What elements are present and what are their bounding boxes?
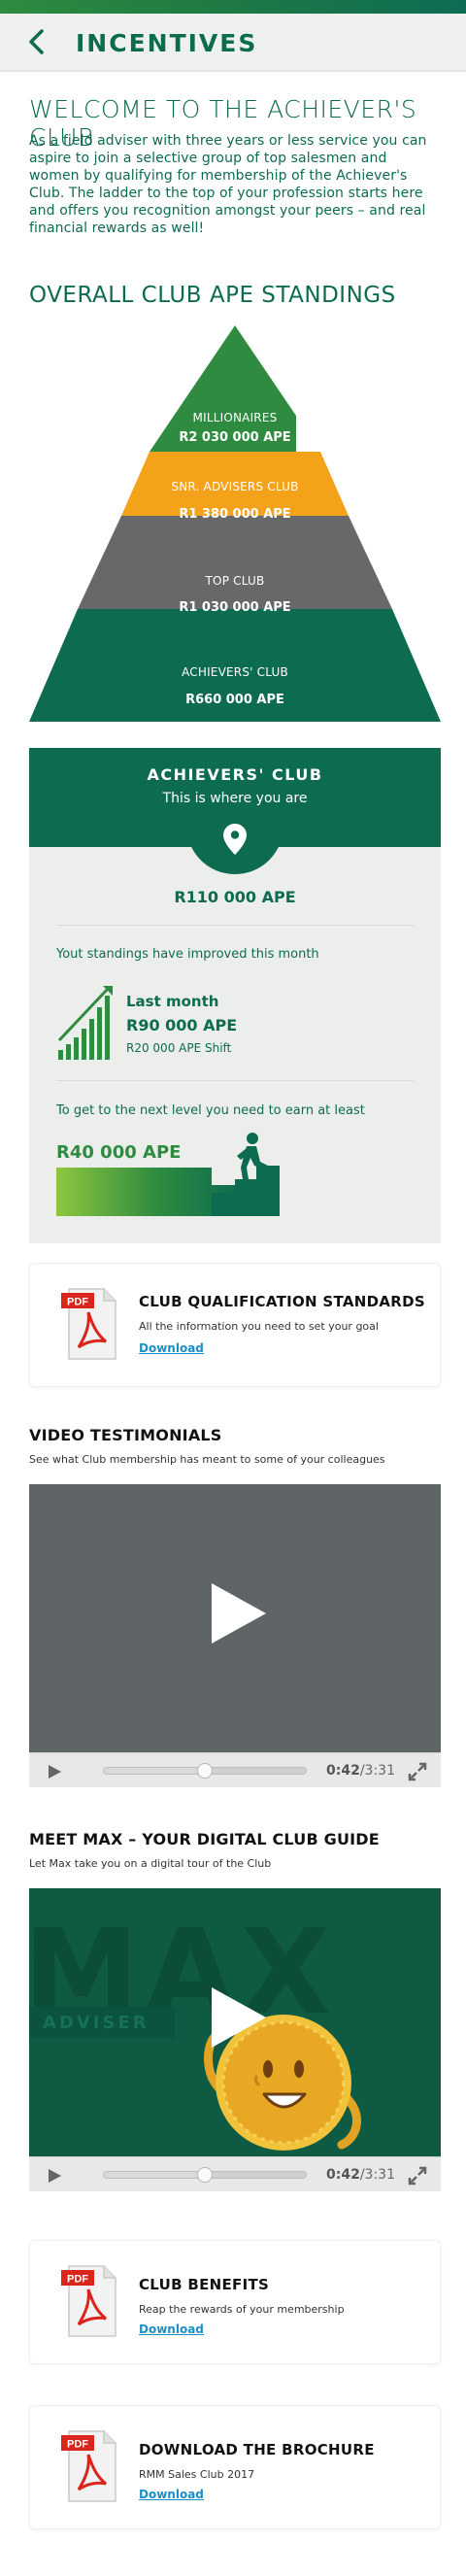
- welcome-text: As a field adviser with three years or l…: [29, 133, 427, 236]
- back-button[interactable]: [21, 27, 50, 56]
- video-controls: 0:42/3:31: [29, 1752, 441, 1787]
- qualification-subtitle: All the information you need to set your…: [139, 1320, 379, 1333]
- video-progress-fill: [104, 2172, 205, 2178]
- qualification-card: PDF CLUB QUALIFICATION STANDARDS All the…: [29, 1263, 441, 1387]
- divider: [56, 925, 414, 926]
- qualification-download-link[interactable]: Download: [139, 1341, 204, 1355]
- brochure-download-link[interactable]: Download: [139, 2488, 204, 2501]
- divider: [56, 1080, 414, 1081]
- achiever-card-subtitle: This is where you are: [162, 791, 308, 806]
- benefits-card: PDF CLUB BENEFITS Reap the rewards of yo…: [29, 2240, 441, 2364]
- last-month-value: R90 000 APE: [126, 1016, 238, 1034]
- last-month-label: Last month: [126, 993, 219, 1010]
- play-small-icon[interactable]: [47, 1764, 62, 1779]
- max-heading: MEET MAX – YOUR DIGITAL CLUB GUIDE: [29, 1830, 380, 1848]
- max-subtitle: Let Max take you on a digital tour of th…: [29, 1857, 272, 1870]
- standings-heading: OVERALL CLUB APE STANDINGS: [29, 283, 396, 308]
- play-icon[interactable]: [202, 1579, 270, 1647]
- testimonials-video-player[interactable]: 0:42/3:31: [29, 1484, 441, 1787]
- next-level-text: To get to the next level you need to ear…: [56, 1103, 365, 1118]
- video-progress-fill: [104, 1768, 205, 1774]
- standings-pyramid: MILLIONAIRES R2 030 000 APE SNR. ADVISER…: [29, 325, 441, 722]
- video-current-time: 0:42: [326, 2167, 360, 2183]
- video-progress-thumb[interactable]: [197, 2167, 213, 2183]
- tier-value-snr-advisers: R1 380 000 APE: [179, 507, 291, 522]
- next-level-value: R40 000 APE: [56, 1142, 182, 1163]
- tier-label-millionaires: MILLIONAIRES: [192, 411, 278, 424]
- tier-value-achievers: R660 000 APE: [185, 693, 284, 707]
- tier-label-snr-advisers: SNR. ADVISERS CLUB: [171, 480, 299, 493]
- pdf-label: PDF: [67, 2274, 88, 2286]
- pdf-label: PDF: [67, 2439, 88, 2451]
- chevron-left-icon: [29, 29, 44, 54]
- video-controls: 0:42/3:31: [29, 2156, 441, 2191]
- adviser-bg-text: ADVISER: [43, 2013, 150, 2033]
- testimonials-heading: VIDEO TESTIMONIALS: [29, 1426, 222, 1444]
- brochure-card: PDF DOWNLOAD THE BROCHURE RMM Sales Club…: [29, 2405, 441, 2529]
- benefits-download-link[interactable]: Download: [139, 2322, 204, 2336]
- video-total-time: /3:31: [359, 1763, 395, 1779]
- qualification-title: CLUB QUALIFICATION STANDARDS: [139, 1293, 426, 1310]
- achiever-card-title: ACHIEVERS' CLUB: [147, 765, 323, 784]
- pdf-file-icon: PDF: [61, 2430, 116, 2502]
- testimonials-subtitle: See what Club membership has meant to so…: [29, 1453, 385, 1466]
- app-header: INCENTIVES: [0, 14, 466, 72]
- tier-value-top-club: R1 030 000 APE: [179, 600, 291, 615]
- play-small-icon[interactable]: [47, 2168, 62, 2184]
- video-time: 0:42/3:31: [326, 2167, 395, 2183]
- location-pin-icon: [223, 824, 247, 855]
- ape-shift: R20 000 APE Shift: [126, 1041, 232, 1055]
- improved-text: Yout standings have improved this month: [56, 947, 319, 962]
- fullscreen-icon[interactable]: [408, 1762, 427, 1781]
- play-icon[interactable]: [202, 1983, 270, 2051]
- tier-value-millionaires: R2 030 000 APE: [179, 430, 291, 445]
- video-progress-track[interactable]: [103, 1763, 307, 1779]
- max-video-player[interactable]: MAX ADVISER 0:42/3:31: [29, 1888, 441, 2191]
- top-accent-bar: [0, 0, 466, 14]
- benefits-title: CLUB BENEFITS: [139, 2276, 270, 2293]
- video-time: 0:42/3:31: [326, 1763, 395, 1779]
- tier-label-top-club: TOP CLUB: [205, 574, 265, 588]
- brochure-subtitle: RMM Sales Club 2017: [139, 2468, 255, 2481]
- growth-chart-icon: [57, 986, 113, 1060]
- video-progress-thumb[interactable]: [197, 1763, 213, 1779]
- benefits-subtitle: Reap the rewards of your membership: [139, 2303, 345, 2316]
- pyramid-tier-top-club: [78, 516, 392, 609]
- video-current-time: 0:42: [326, 1763, 360, 1779]
- brochure-title: DOWNLOAD THE BROCHURE: [139, 2441, 375, 2458]
- pyramid-tier-millionaires: [174, 325, 296, 416]
- video-progress-track[interactable]: [103, 2167, 307, 2183]
- tier-label-achievers: ACHIEVERS' CLUB: [182, 665, 288, 679]
- achiever-status-card: ACHIEVERS' CLUB This is where you are R1…: [29, 748, 441, 1243]
- pdf-file-icon: PDF: [61, 2265, 116, 2337]
- page-title: INCENTIVES: [76, 29, 258, 57]
- pdf-label: PDF: [67, 1297, 88, 1308]
- current-ape-value: R110 000 APE: [174, 888, 296, 906]
- fullscreen-icon[interactable]: [408, 2166, 427, 2186]
- video-total-time: /3:31: [359, 2167, 395, 2183]
- pdf-file-icon: PDF: [61, 1288, 116, 1360]
